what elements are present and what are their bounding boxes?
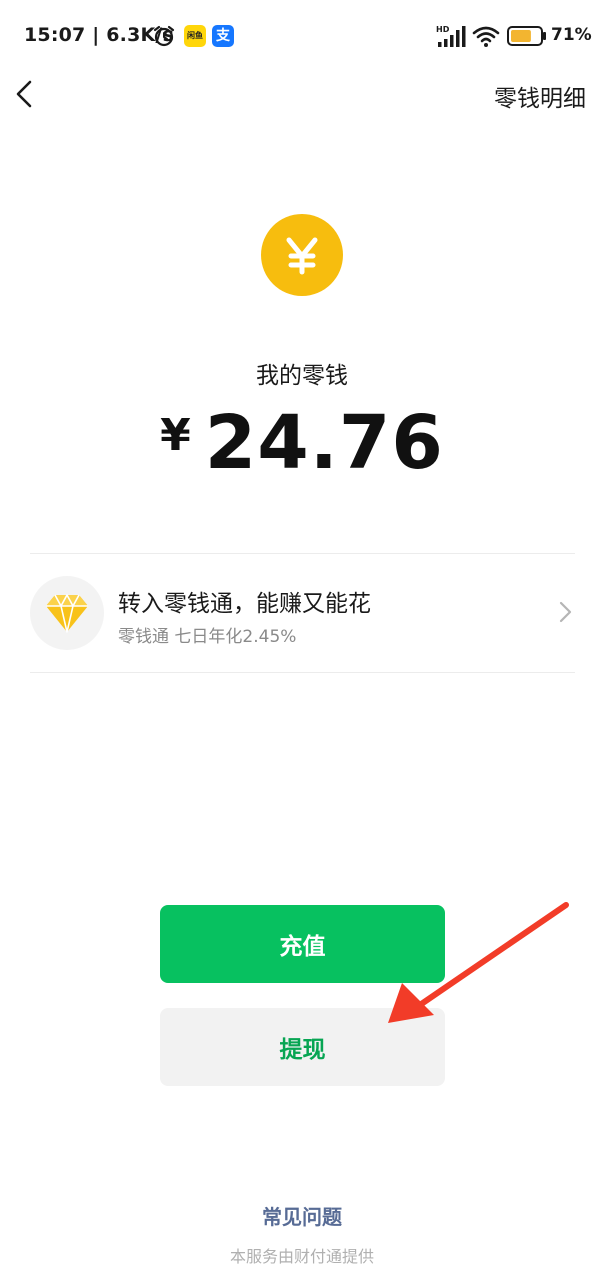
signal-icon: HD <box>436 25 466 47</box>
change-details-link[interactable]: 零钱明细 <box>494 79 586 113</box>
chevron-right-icon <box>559 601 572 623</box>
diamond-icon <box>30 576 104 650</box>
balance-value: 24.76 <box>204 400 444 486</box>
chevron-left-icon <box>16 80 32 108</box>
wifi-icon <box>472 26 500 47</box>
promo-subtitle: 零钱通 七日年化2.45% <box>118 627 297 647</box>
balance-amount: ¥24.76 <box>0 400 604 486</box>
withdraw-button[interactable]: 提现 <box>160 1008 445 1086</box>
battery-icon <box>507 26 546 46</box>
yuan-coin-icon <box>261 214 343 296</box>
balance-label: 我的零钱 <box>256 363 348 389</box>
back-button[interactable] <box>8 72 48 116</box>
svg-text:HD: HD <box>436 25 450 34</box>
battery-percent: 71% <box>551 25 592 45</box>
alarm-icon <box>153 25 175 47</box>
recharge-button[interactable]: 充值 <box>160 905 445 983</box>
faq-link[interactable]: 常见问题 <box>0 1201 604 1230</box>
lingqiantong-promo-row[interactable]: 转入零钱通，能赚又能花 零钱通 七日年化2.45% <box>30 554 575 671</box>
xianyu-app-icon: 闲鱼 <box>184 25 206 47</box>
promo-title: 转入零钱通，能赚又能花 <box>118 591 371 617</box>
divider-bottom <box>30 672 575 673</box>
alipay-app-icon: 支 <box>212 25 234 47</box>
status-bar: 15:07 | 6.3K/s 闲鱼 支 HD 71% <box>0 0 612 72</box>
currency-symbol: ¥ <box>160 410 191 461</box>
provider-note: 本服务由财付通提供 <box>229 1247 374 1266</box>
